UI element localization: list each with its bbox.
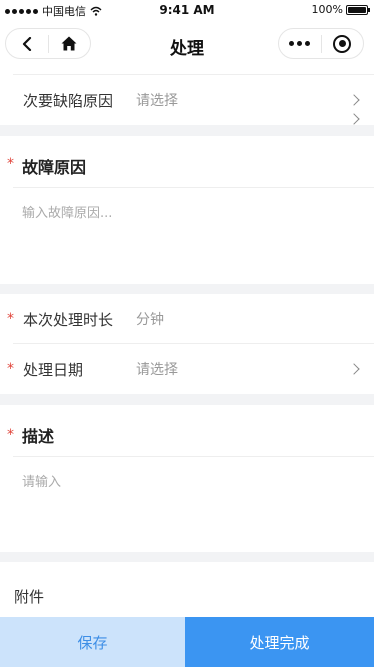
chevron-right-icon xyxy=(348,363,360,375)
duration-row: * 本次处理时长 分钟 xyxy=(0,294,374,344)
date-row[interactable]: * 处理日期 请选择 xyxy=(0,344,374,394)
battery-percent: 100% xyxy=(311,3,343,16)
required-mark: * xyxy=(7,156,14,172)
duration-input[interactable]: 分钟 xyxy=(136,309,164,329)
duration-date-section: * 本次处理时长 分钟 * 处理日期 请选择 xyxy=(0,294,374,394)
attachment-label: 附件 xyxy=(14,588,45,606)
secondary-cause-row[interactable]: 次要缺陷原因 请选择 xyxy=(0,75,374,125)
more-dots-icon xyxy=(289,41,311,46)
date-value: 请选择 xyxy=(136,362,178,378)
chevron-right-icon xyxy=(348,94,360,106)
nav-bar: 处理 xyxy=(0,20,374,70)
secondary-cause-section: 次要缺陷原因 请选择 xyxy=(0,70,374,125)
divider xyxy=(13,456,374,457)
required-mark: * xyxy=(7,361,14,377)
close-miniprogram-button[interactable] xyxy=(322,29,364,58)
fault-cause-label: 故障原因 xyxy=(22,158,87,177)
secondary-cause-value: 请选择 xyxy=(136,93,178,109)
fault-cause-section: * 故障原因 输入故障原因... xyxy=(0,136,374,284)
divider xyxy=(13,187,374,188)
duration-label: 本次处理时长 xyxy=(23,310,114,329)
status-bar: 中国电信 9:41 AM 100% xyxy=(0,0,374,20)
save-button[interactable]: 保存 xyxy=(0,617,185,667)
secondary-cause-label: 次要缺陷原因 xyxy=(23,91,114,110)
required-mark: * xyxy=(7,427,14,443)
description-section: * 描述 请输入 xyxy=(0,405,374,552)
battery-icon xyxy=(346,4,370,15)
fault-cause-input[interactable]: 输入故障原因... xyxy=(22,202,112,221)
required-mark: * xyxy=(7,311,14,327)
status-right: 100% xyxy=(311,3,370,16)
target-icon xyxy=(333,34,352,53)
nav-right-capsule xyxy=(278,28,364,59)
date-label: 处理日期 xyxy=(23,360,84,379)
description-input[interactable]: 请输入 xyxy=(22,471,61,490)
more-button[interactable] xyxy=(279,29,321,58)
attachment-section: 附件 xyxy=(0,562,374,622)
bottom-action-bar: 保存 处理完成 xyxy=(0,617,374,667)
description-label: 描述 xyxy=(22,427,55,446)
complete-button[interactable]: 处理完成 xyxy=(185,617,374,667)
